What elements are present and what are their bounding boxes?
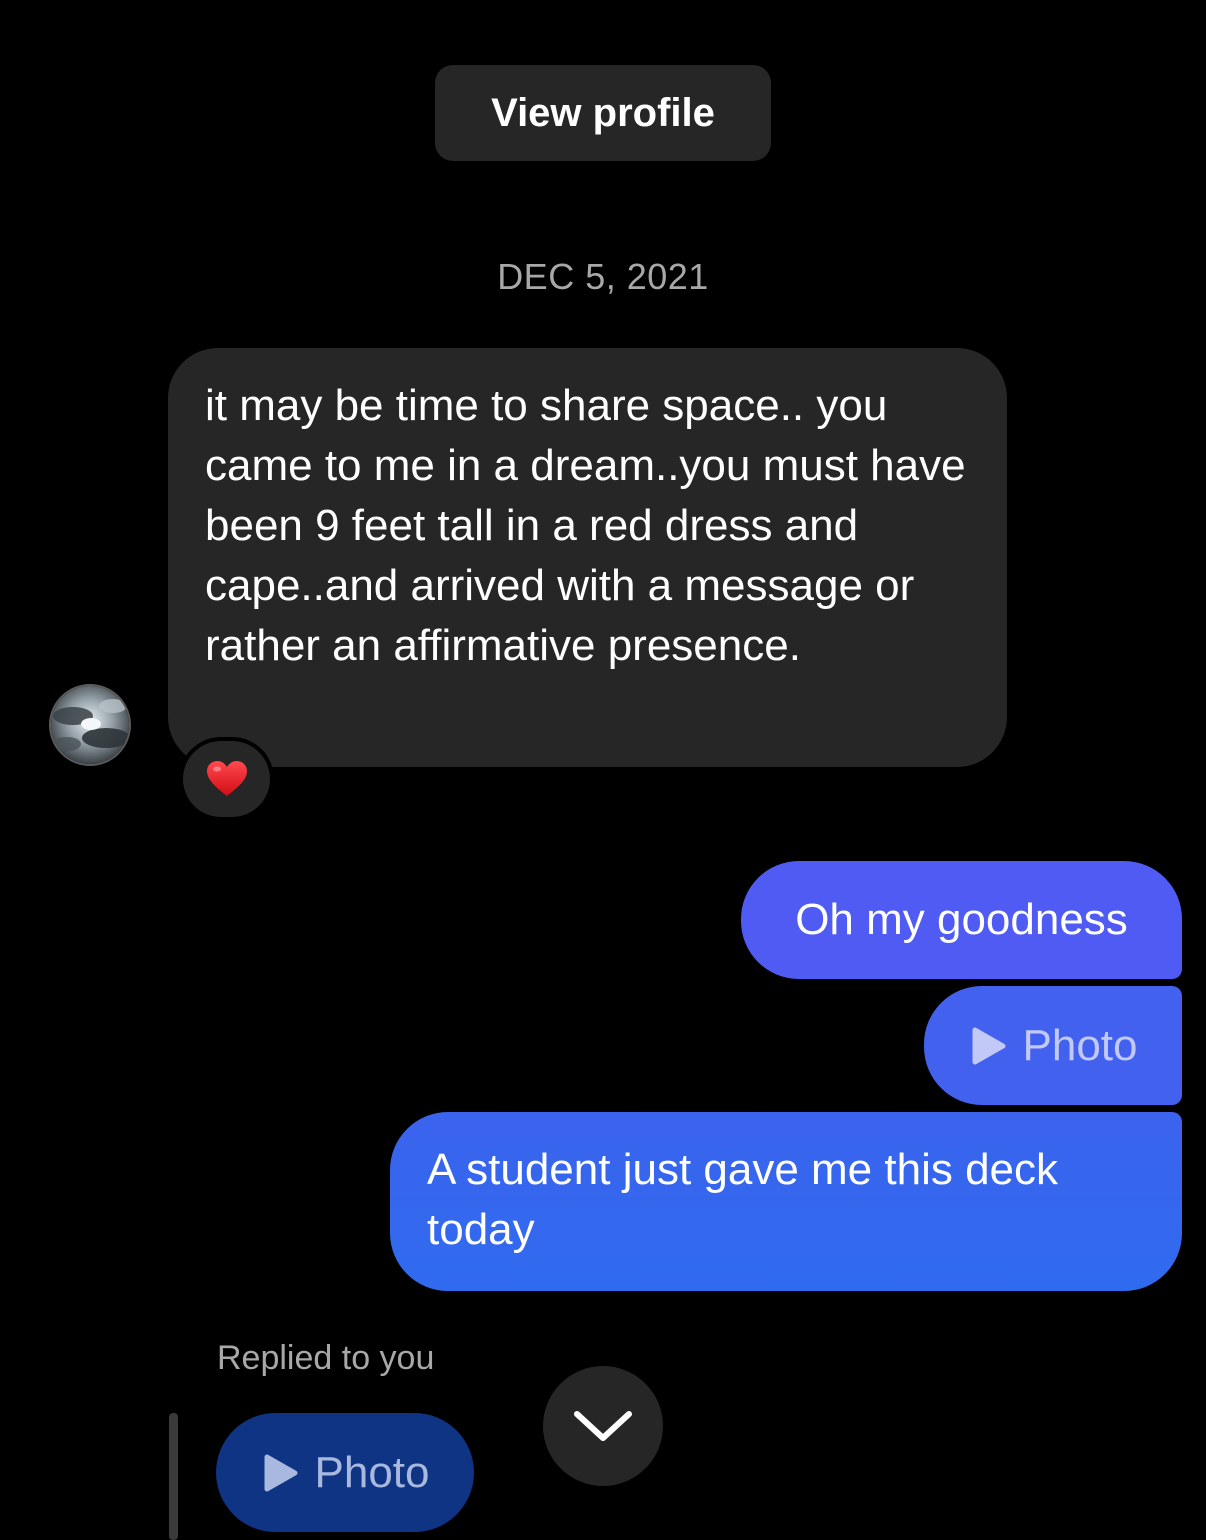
reply-quote-bar bbox=[169, 1413, 178, 1540]
quoted-photo-label: Photo bbox=[314, 1447, 430, 1497]
chevron-down-icon bbox=[574, 1411, 632, 1441]
incoming-message-text: it may be time to share space.. you came… bbox=[205, 381, 966, 670]
outgoing-message-bubble[interactable]: A student just gave me this deck today bbox=[390, 1112, 1182, 1291]
scroll-to-bottom-button[interactable] bbox=[543, 1366, 663, 1486]
view-profile-label: View profile bbox=[491, 90, 715, 135]
avatar[interactable] bbox=[49, 684, 131, 766]
heart-reaction[interactable] bbox=[183, 741, 270, 817]
outgoing-message-text: A student just gave me this deck today bbox=[427, 1145, 1059, 1254]
outgoing-message-text: Oh my goodness bbox=[795, 895, 1128, 944]
date-separator: DEC 5, 2021 bbox=[497, 256, 709, 297]
quoted-photo-message[interactable]: Photo bbox=[216, 1413, 474, 1532]
view-profile-button[interactable]: View profile bbox=[435, 65, 771, 161]
outgoing-message-bubble[interactable]: Oh my goodness bbox=[741, 861, 1182, 979]
heart-icon bbox=[206, 761, 247, 796]
incoming-message-bubble[interactable]: it may be time to share space.. you came… bbox=[168, 348, 1007, 767]
outgoing-photo-message[interactable]: Photo bbox=[924, 986, 1182, 1105]
play-icon bbox=[264, 1454, 297, 1491]
photo-label: Photo bbox=[1022, 1020, 1138, 1070]
play-icon bbox=[972, 1027, 1005, 1064]
replied-to-you-label: Replied to you bbox=[217, 1339, 435, 1377]
